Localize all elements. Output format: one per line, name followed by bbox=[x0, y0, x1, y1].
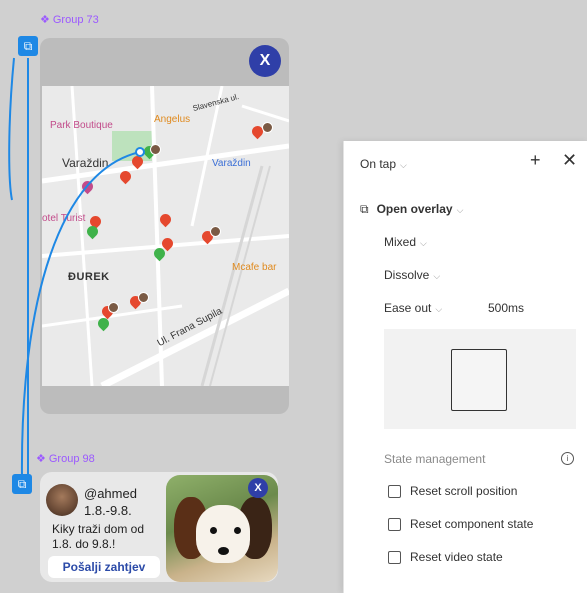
trigger-dropdown[interactable]: On tap ⌵ bbox=[360, 157, 407, 171]
chevron-down-icon: ⌵ bbox=[456, 205, 464, 215]
group98-card[interactable]: @ahmed 1.8.-9.8. Kiky traži dom od 1.8. … bbox=[40, 472, 278, 582]
close-icon: X bbox=[254, 482, 262, 494]
connector-handle-icon[interactable]: ⧉ bbox=[18, 36, 38, 56]
reset-component-checkbox[interactable] bbox=[388, 518, 401, 531]
frame-label-group73[interactable]: ❖ Group 73 bbox=[40, 13, 99, 26]
duration-input[interactable]: 500ms bbox=[488, 301, 524, 315]
reset-video-label: Reset video state bbox=[410, 550, 503, 564]
map-label-park-boutique: Park Boutique bbox=[50, 120, 113, 131]
map-label-hotel-turist: otel Turist bbox=[42, 213, 86, 224]
add-icon[interactable]: + bbox=[530, 150, 541, 171]
reset-component-label: Reset component state bbox=[410, 517, 534, 531]
component-icon: ❖ bbox=[36, 453, 46, 465]
pin-avatar bbox=[138, 292, 149, 303]
map-label-varazdin-station: Varaždin bbox=[212, 158, 251, 169]
position-dropdown[interactable]: Mixed ⌵ bbox=[384, 235, 427, 249]
component-icon: ❖ bbox=[40, 14, 50, 26]
close-icon[interactable]: ✕ bbox=[562, 150, 577, 171]
easing-dropdown[interactable]: Ease out ⌵ bbox=[384, 301, 442, 315]
chevron-down-icon: ⌵ bbox=[420, 238, 427, 248]
state-management-heading: State management bbox=[384, 452, 486, 466]
map-label-durek: ĐUREK bbox=[68, 271, 110, 283]
preview-frame bbox=[451, 349, 507, 411]
overlay-icon: ⧉ bbox=[360, 202, 369, 216]
pin-avatar bbox=[150, 144, 161, 155]
close-icon: X bbox=[259, 52, 271, 69]
close-overlay-button[interactable]: X bbox=[249, 45, 281, 77]
group73-frame[interactable]: X Park Boutique Angelus Slavenska ul. Va… bbox=[40, 38, 289, 414]
reset-scroll-label: Reset scroll position bbox=[410, 484, 518, 498]
card-username: @ahmed bbox=[84, 486, 137, 501]
card-text-line2: 1.8. do 9.8.! bbox=[52, 537, 116, 551]
pin-avatar bbox=[108, 302, 119, 313]
card-close-button[interactable]: X bbox=[248, 478, 268, 498]
map-view[interactable]: Park Boutique Angelus Slavenska ul. Vara… bbox=[42, 86, 289, 386]
interaction-panel: On tap ⌵ + ✕ ⧉ Open overlay ⌵ Mixed ⌵ Dissol… bbox=[343, 141, 587, 593]
pin-avatar bbox=[210, 226, 221, 237]
send-request-button[interactable]: Pošalji zahtjev bbox=[48, 556, 160, 578]
frame-label-group98[interactable]: ❖ Group 98 bbox=[36, 452, 95, 465]
reset-scroll-checkbox[interactable] bbox=[388, 485, 401, 498]
map-label-mcafe: Mcafe bar bbox=[232, 262, 277, 273]
map-label-varazdin: Varaždin bbox=[62, 156, 109, 170]
avatar bbox=[46, 484, 78, 516]
pin-avatar bbox=[262, 122, 273, 133]
connector-handle-icon[interactable]: ⧉ bbox=[12, 474, 32, 494]
reset-video-checkbox[interactable] bbox=[388, 551, 401, 564]
card-text-line1: Kiky traži dom od bbox=[52, 522, 145, 536]
chevron-down-icon: ⌵ bbox=[433, 271, 441, 281]
card-dates: 1.8.-9.8. bbox=[84, 503, 132, 518]
chevron-down-icon: ⌵ bbox=[435, 304, 443, 314]
chevron-down-icon: ⌵ bbox=[400, 160, 407, 170]
map-label-angelus: Angelus bbox=[154, 114, 191, 125]
animation-preview bbox=[384, 329, 576, 429]
animation-dropdown[interactable]: Dissolve ⌵ bbox=[384, 268, 440, 282]
action-dropdown[interactable]: ⧉ Open overlay ⌵ bbox=[360, 202, 463, 217]
info-icon[interactable]: i bbox=[561, 452, 574, 465]
